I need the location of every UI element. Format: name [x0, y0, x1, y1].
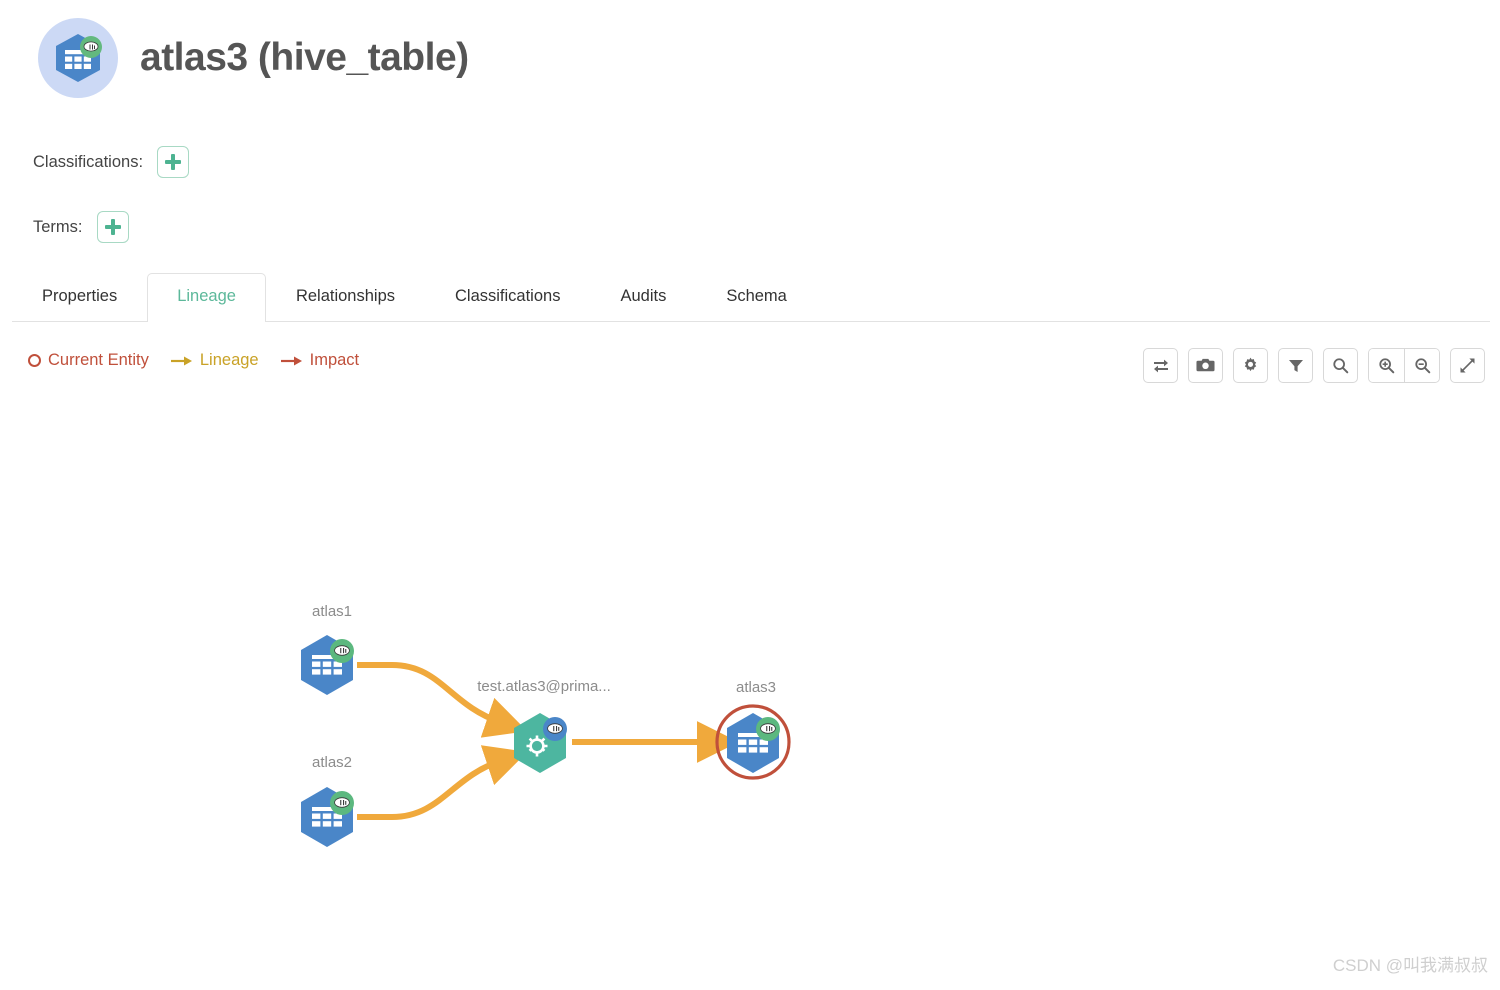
legend-lineage: Lineage [170, 351, 259, 370]
add-classification-button[interactable] [157, 146, 190, 178]
tab-lineage[interactable]: Lineage [147, 273, 266, 322]
lineage-node-atlas1[interactable]: atlas1 [300, 603, 355, 696]
zoom-button-group [1368, 348, 1440, 383]
lineage-node-atlas3[interactable]: atlas3 [715, 679, 791, 780]
watermark: CSDN @叫我满叔叔 [1332, 956, 1488, 975]
lineage-node-label: atlas1 [312, 603, 352, 620]
entity-header: atlas3 (hive_table) [38, 18, 469, 98]
zoom-in-button[interactable] [1369, 349, 1404, 382]
terms-label: Terms: [33, 217, 83, 236]
lineage-page: atlas3 (hive_table) Classifications: Ter… [0, 0, 1500, 990]
filter-button[interactable] [1278, 348, 1313, 383]
legend-impact-label: Impact [309, 351, 360, 369]
add-term-button[interactable] [96, 211, 129, 243]
classifications-row: Classifications: [33, 146, 190, 178]
plus-icon [104, 219, 121, 235]
tab-audits[interactable]: Audits [590, 273, 696, 321]
lineage-node-label: atlas2 [312, 754, 352, 771]
lineage-toolbar [1143, 348, 1485, 383]
lineage-graph[interactable]: atlas1 atlas2 test.atlas3@prima... atlas… [0, 395, 1500, 955]
terms-row: Terms: [33, 211, 129, 243]
legend-impact: Impact [280, 351, 360, 370]
entity-tabs: Properties Lineage Relationships Classif… [12, 269, 1490, 322]
legend-current-entity: Current Entity [28, 351, 149, 370]
classifications-label: Classifications: [33, 152, 144, 171]
settings-button[interactable] [1233, 348, 1268, 383]
plus-icon [165, 154, 182, 170]
lineage-edge [357, 745, 528, 820]
page-title: atlas3 (hive_table) [140, 36, 469, 79]
hive-table-icon [38, 18, 118, 98]
fullscreen-button[interactable] [1450, 348, 1485, 383]
lineage-node-atlas2[interactable]: atlas2 [300, 754, 355, 848]
lineage-legend: Current Entity Lineage Impact [28, 351, 359, 370]
tab-relationships[interactable]: Relationships [266, 273, 425, 321]
zoom-out-button[interactable] [1404, 349, 1439, 382]
arrow-icon [170, 356, 192, 365]
tab-properties[interactable]: Properties [12, 273, 147, 321]
lineage-node-label: test.atlas3@prima... [477, 678, 611, 695]
search-button[interactable] [1323, 348, 1358, 383]
lineage-node-process[interactable]: test.atlas3@prima... [477, 678, 611, 775]
legend-current-entity-label: Current Entity [48, 351, 149, 369]
screenshot-button[interactable] [1188, 348, 1223, 383]
legend-lineage-label: Lineage [199, 351, 259, 369]
arrow-icon [280, 356, 302, 365]
lineage-node-label: atlas3 [736, 679, 776, 696]
swap-lineage-button[interactable] [1143, 348, 1178, 383]
tab-classifications[interactable]: Classifications [425, 273, 590, 321]
circle-outline-icon [28, 354, 41, 367]
tab-schema[interactable]: Schema [696, 273, 817, 321]
